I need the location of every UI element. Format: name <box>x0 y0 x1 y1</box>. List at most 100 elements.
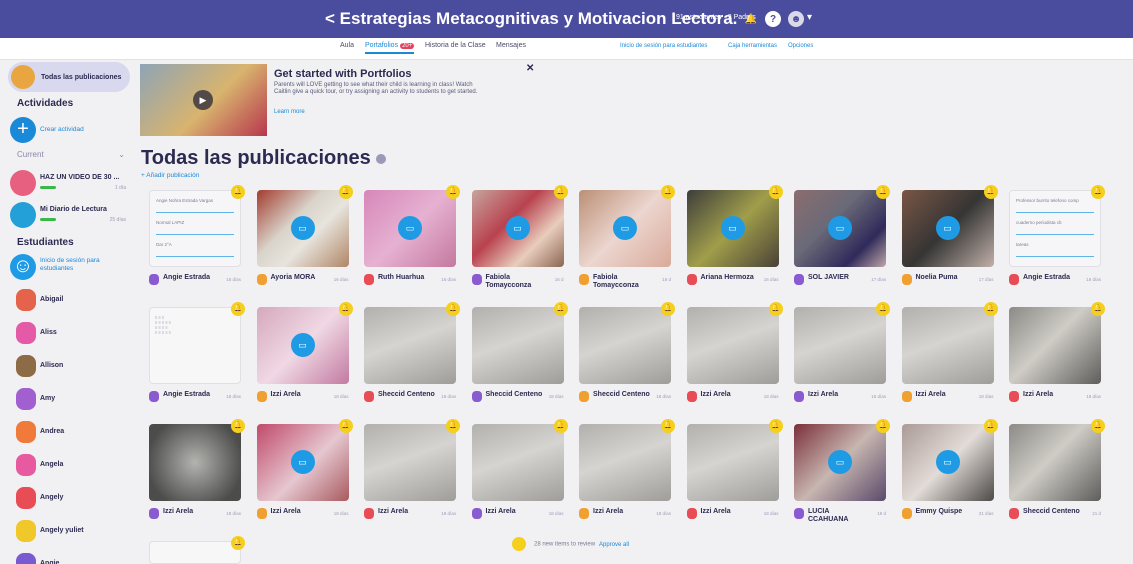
post-thumbnail[interactable] <box>579 307 671 384</box>
post-thumbnail[interactable]: ▭ <box>901 190 994 267</box>
post-card[interactable]: 🔔 Izzi Arela 18 días <box>364 419 460 539</box>
add-post-link[interactable]: + Añadir publicación <box>141 172 199 179</box>
sidebar-all-posts[interactable]: Todas las publicaciones <box>8 62 130 92</box>
create-activity-link[interactable]: Crear actividad <box>40 126 84 133</box>
bell-icon[interactable]: 🔔 <box>553 185 568 199</box>
activity-item[interactable]: HAZ UN VIDEO DE 30 ... 1 día <box>10 170 130 196</box>
post-thumbnail[interactable] <box>794 307 886 384</box>
create-activity-button[interactable]: + <box>10 117 36 143</box>
post-thumbnail[interactable]: ▭ <box>794 190 886 267</box>
bell-icon[interactable]: 🔔 <box>983 419 998 433</box>
post-author[interactable]: Izzi Arela <box>271 391 333 399</box>
post-thumbnail[interactable]: ▭ <box>471 190 564 267</box>
sidebar-student-item[interactable]: Allison <box>10 353 128 379</box>
bell-icon[interactable]: 🔔 <box>661 419 675 433</box>
sidebar-student-item[interactable]: Angely yuliet <box>10 518 128 544</box>
video-camera-icon[interactable]: ▭ <box>828 450 852 474</box>
post-thumbnail[interactable]: Angie Nohra Estrada Vargas Normal LAPIZ Da… <box>149 190 241 267</box>
post-author[interactable]: Angie Estrada <box>1023 274 1085 282</box>
video-camera-icon[interactable]: ▭ <box>720 216 745 240</box>
post-card[interactable]: ▭ 🔔 Fabiola Tomaycconza 16 d <box>471 185 568 305</box>
post-thumbnail[interactable]: Professor burrito telefono comp cuaderno … <box>1009 190 1101 267</box>
bell-icon[interactable]: 🔔 <box>338 185 353 199</box>
post-card[interactable]: ▭ 🔔 Emmy Quispe 21 días <box>901 419 998 539</box>
post-author[interactable]: Izzi Arela <box>916 391 978 399</box>
video-camera-icon[interactable]: ▭ <box>828 216 852 240</box>
video-camera-icon[interactable]: ▭ <box>290 450 315 474</box>
post-card[interactable]: 🔔 <box>149 536 245 564</box>
post-author[interactable]: Izzi Arela <box>163 508 225 516</box>
post-thumbnail[interactable] <box>686 307 779 384</box>
post-author[interactable]: Fabiola Tomaycconza <box>486 274 548 290</box>
post-thumbnail[interactable]: ▭ <box>364 190 456 267</box>
post-author[interactable]: Sheccid Centeno <box>593 391 655 399</box>
bell-icon[interactable]: 🔔 <box>338 302 353 316</box>
bell-icon[interactable]: 🔔 <box>446 419 460 433</box>
post-thumbnail[interactable]: ▭ <box>256 307 349 384</box>
post-author[interactable]: Noelia Puma <box>916 274 978 282</box>
post-author[interactable]: Emmy Quispe <box>916 508 978 516</box>
bell-icon[interactable]: 🔔 <box>876 419 890 433</box>
post-card[interactable]: ▭ 🔔 LUCIA CCAHUANA 19 d <box>794 419 890 539</box>
bell-icon[interactable]: 🔔 <box>768 185 783 199</box>
activity-item[interactable]: Mi Diario de Lectura 25 días <box>10 202 130 228</box>
post-thumbnail[interactable] <box>149 424 241 501</box>
post-thumbnail[interactable] <box>149 541 241 564</box>
post-thumbnail[interactable]: ▭ <box>579 190 671 267</box>
post-author[interactable]: Izzi Arela <box>593 508 655 516</box>
post-thumbnail[interactable] <box>471 424 564 501</box>
post-card[interactable]: 🔔 Sheccid Centeno 18 días <box>471 302 568 422</box>
bell-icon[interactable]: 🔔 <box>446 302 460 316</box>
video-camera-icon[interactable]: ▭ <box>935 216 960 240</box>
post-card[interactable]: ▭ 🔔 Ayoria MORA 16 días <box>256 185 353 305</box>
video-camera-icon[interactable]: ▭ <box>505 216 530 240</box>
post-thumbnail[interactable]: ▭ <box>794 424 886 501</box>
post-thumbnail[interactable]: ▭ <box>901 424 994 501</box>
learn-more-link[interactable]: Learn more <box>274 109 305 115</box>
post-author[interactable]: Ariana Hermoza <box>701 274 763 282</box>
student-login-icon[interactable]: ☺ <box>10 254 36 280</box>
post-card[interactable]: 🔔 Sheccid Centeno 18 días <box>364 302 460 422</box>
tour-video[interactable]: ▶ <box>140 64 267 136</box>
post-thumbnail[interactable] <box>579 424 671 501</box>
post-author[interactable]: Fabiola Tomaycconza <box>593 274 655 290</box>
post-thumbnail[interactable] <box>1009 307 1101 384</box>
post-card[interactable]: ▭ 🔔 Ariana Hermoza 16 días <box>686 185 783 305</box>
post-card[interactable]: ▭ 🔔 Izzi Arela 18 días <box>256 302 353 422</box>
post-thumbnail[interactable] <box>686 424 779 501</box>
sidebar-student-item[interactable]: Aliss <box>10 320 128 346</box>
post-author[interactable]: Sheccid Centeno <box>378 391 440 399</box>
video-camera-icon[interactable]: ▭ <box>398 216 422 240</box>
play-icon[interactable]: ▶ <box>193 90 213 110</box>
bell-icon[interactable]: 🔔 <box>983 185 998 199</box>
post-card[interactable]: 🔔 Izzi Arela 18 días <box>471 419 568 539</box>
post-card[interactable]: 🔔 Izzi Arela 18 días <box>686 302 783 422</box>
post-card[interactable]: 🔔 Izzi Arela 18 días <box>901 302 998 422</box>
bell-icon[interactable]: 🔔 <box>768 302 783 316</box>
post-author[interactable]: LUCIA CCAHUANA <box>808 508 870 524</box>
post-author[interactable]: Izzi Arela <box>1023 391 1085 399</box>
video-camera-icon[interactable]: ▭ <box>935 450 960 474</box>
current-filter[interactable]: Current ⌄ <box>17 150 125 159</box>
info-icon[interactable] <box>375 153 386 164</box>
bell-icon[interactable]: 🔔 <box>446 185 460 199</box>
post-card[interactable]: ▭ 🔔 Izzi Arela 18 días <box>256 419 353 539</box>
bell-icon[interactable]: 🔔 <box>338 419 353 433</box>
post-author[interactable]: Sheccid Centeno <box>1023 508 1085 516</box>
bell-icon[interactable]: 🔔 <box>231 302 245 316</box>
post-card[interactable]: ▭ 🔔 Ruth Huarhua 16 días <box>364 185 460 305</box>
tab-mensajes[interactable]: Mensajes <box>496 42 526 49</box>
post-card[interactable]: 🔔 Izzi Arela 18 días <box>579 419 675 539</box>
post-card[interactable]: Professor burrito telefono comp cuaderno … <box>1009 185 1105 305</box>
post-author[interactable]: SOL JAVIER <box>808 274 870 282</box>
post-thumbnail[interactable]: ▭ <box>256 424 349 501</box>
bell-icon[interactable]: 🔔 <box>661 302 675 316</box>
sidebar-student-item[interactable]: Angela <box>10 452 128 478</box>
bell-icon[interactable]: 🔔 <box>876 185 890 199</box>
post-card[interactable]: 🔔 Izzi Arela 18 días <box>794 302 890 422</box>
sidebar-student-login[interactable]: Inicio de sesión para estudiantes <box>40 257 130 273</box>
bell-icon[interactable]: 🔔 <box>983 302 998 316</box>
sidebar-student-item[interactable]: Angie <box>10 551 128 564</box>
sidebar-student-item[interactable]: Angely <box>10 485 128 511</box>
post-thumbnail[interactable] <box>364 424 456 501</box>
